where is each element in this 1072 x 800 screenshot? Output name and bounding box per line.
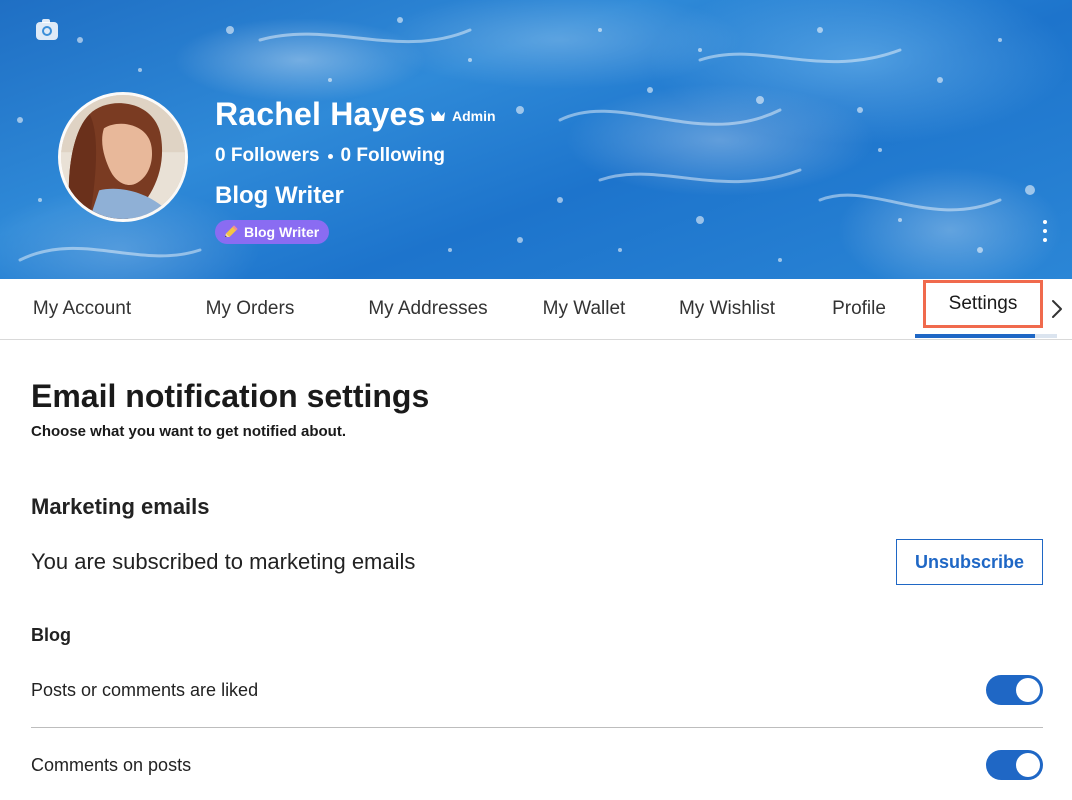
tab-scroll-track bbox=[1035, 334, 1057, 338]
divider bbox=[31, 727, 1043, 728]
admin-badge: Admin bbox=[430, 108, 496, 124]
avatar[interactable] bbox=[58, 92, 188, 222]
active-tab-indicator bbox=[915, 334, 1035, 338]
camera-icon[interactable] bbox=[36, 19, 58, 40]
tab-profile[interactable]: Profile bbox=[812, 279, 906, 339]
setting-label-posts-liked: Posts or comments are liked bbox=[31, 680, 259, 700]
tab-my-wishlist[interactable]: My Wishlist bbox=[664, 279, 790, 339]
cover-image: Rachel Hayes Admin 0 Followers 0 Followi… bbox=[0, 0, 1072, 279]
unsubscribe-button[interactable]: Unsubscribe bbox=[896, 539, 1043, 585]
toggle-comments-on-posts[interactable] bbox=[986, 750, 1043, 780]
chevron-right-icon bbox=[1052, 300, 1062, 318]
separator-dot bbox=[327, 153, 333, 159]
tab-my-orders[interactable]: My Orders bbox=[180, 279, 320, 339]
toggle-knob bbox=[1016, 678, 1040, 702]
setting-label-comments-on-posts: Comments on posts bbox=[31, 755, 192, 775]
followers-count[interactable]: 0 Followers bbox=[215, 145, 320, 167]
tab-settings[interactable]: Settings bbox=[923, 280, 1043, 328]
role-badge-label: Blog Writer bbox=[244, 224, 320, 240]
profile-name: Rachel Hayes bbox=[215, 96, 426, 132]
page-title: Email notification settings bbox=[31, 378, 430, 414]
admin-label: Admin bbox=[452, 108, 496, 124]
account-tabs: My Account My Orders My Addresses My Wal… bbox=[0, 279, 1072, 340]
page-subtitle: Choose what you want to get notified abo… bbox=[31, 423, 346, 440]
follow-stats: 0 Followers 0 Following bbox=[215, 145, 445, 167]
toggle-posts-liked[interactable] bbox=[986, 675, 1043, 705]
following-count[interactable]: 0 Following bbox=[341, 145, 446, 167]
crown-icon bbox=[431, 111, 445, 121]
toggle-knob bbox=[1016, 753, 1040, 777]
marketing-section-title: Marketing emails bbox=[31, 494, 210, 519]
tab-my-account[interactable]: My Account bbox=[12, 279, 152, 339]
profile-title: Blog Writer bbox=[215, 182, 344, 209]
tab-my-addresses[interactable]: My Addresses bbox=[350, 279, 506, 339]
avatar-photo bbox=[61, 95, 185, 219]
blog-section-title: Blog bbox=[31, 625, 71, 645]
role-badge: Blog Writer bbox=[215, 220, 330, 244]
tabs-scroll-right-button[interactable] bbox=[1046, 292, 1068, 326]
pencil-icon bbox=[225, 225, 238, 237]
tab-my-wallet[interactable]: My Wallet bbox=[524, 279, 644, 339]
marketing-subscription-status: You are subscribed to marketing emails bbox=[31, 549, 416, 574]
more-vertical-icon[interactable] bbox=[1040, 220, 1050, 242]
